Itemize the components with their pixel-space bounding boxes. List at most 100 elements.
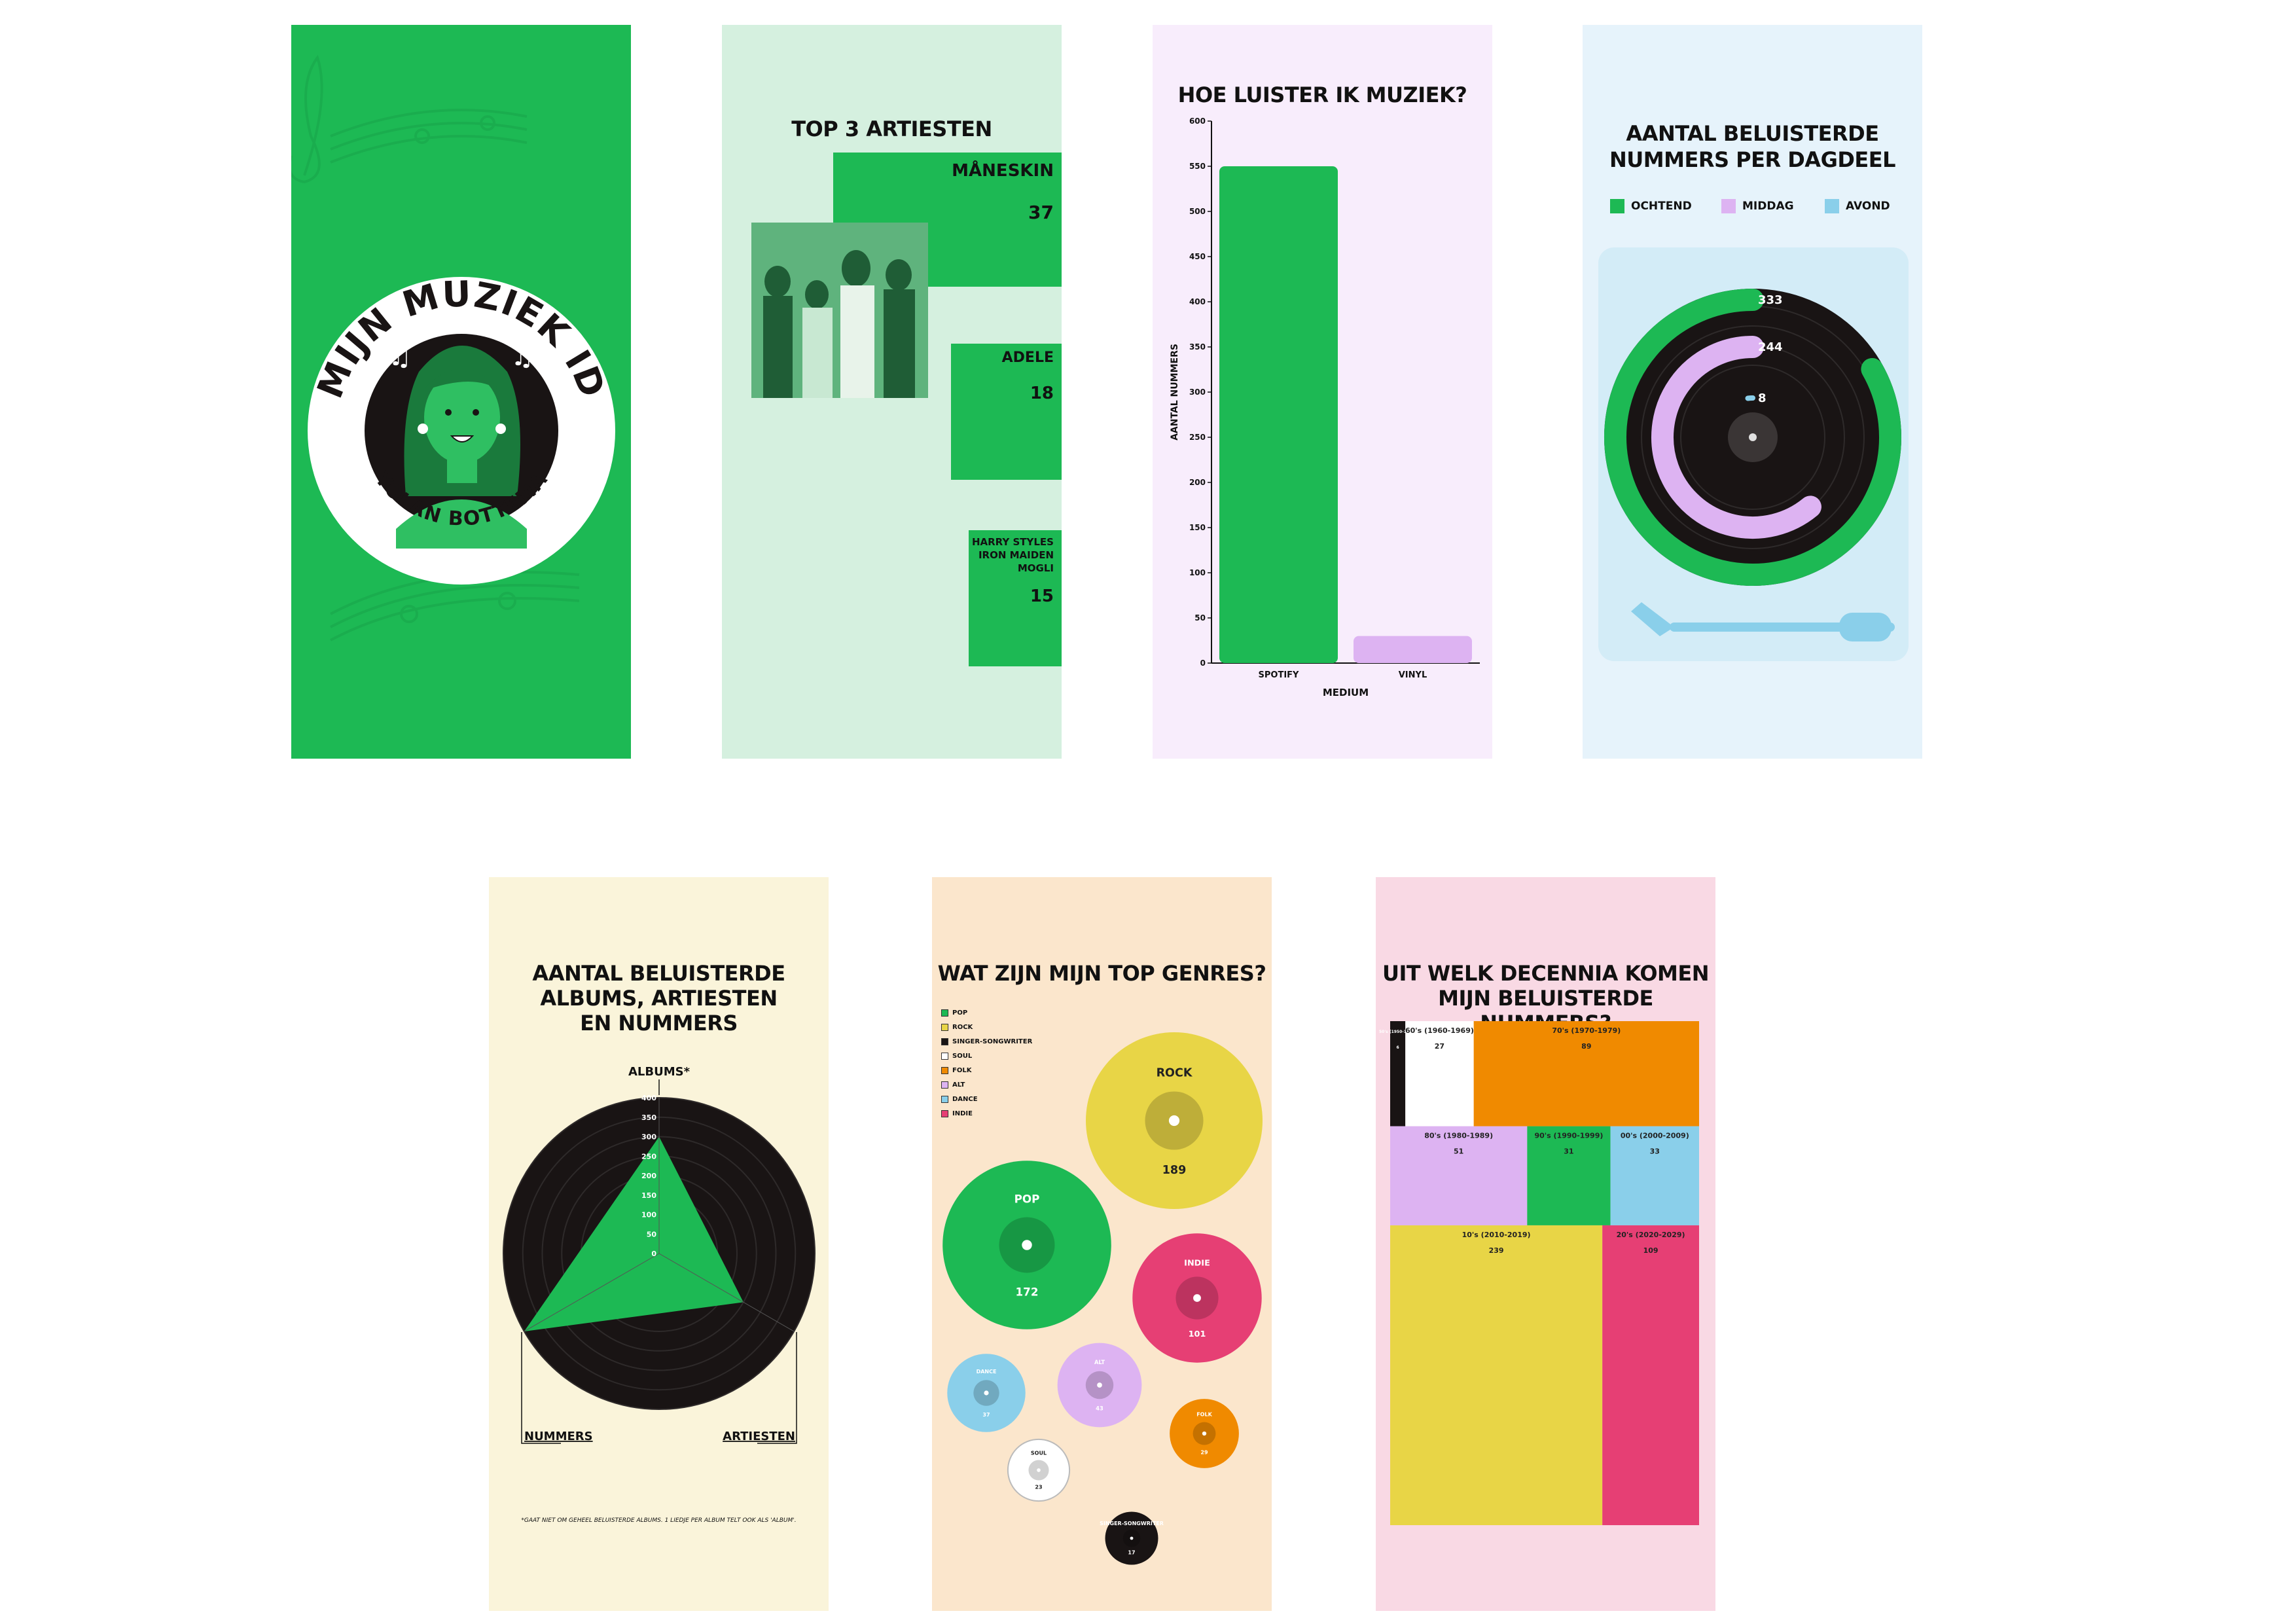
value-label: 244 — [1758, 340, 1783, 354]
panel-dagdeel: AANTAL BELUISTERDE NUMMERS PER DAGDEEL O… — [1583, 25, 1922, 759]
panel-decennia: UIT WELK DECENNIA KOMEN MIJN BELUISTERDE… — [1376, 877, 1715, 1611]
genre-value: 43 — [1096, 1405, 1103, 1412]
y-tick-label: 350 — [1189, 342, 1206, 352]
treemap-cell-10 — [1390, 1225, 1603, 1525]
treemap-label: 00's (2000-2009) — [1621, 1132, 1689, 1140]
bar-spotify — [1219, 166, 1338, 663]
genre-record-spindle — [1202, 1431, 1207, 1436]
r-tick-label: 100 — [641, 1211, 656, 1219]
r-tick-label: 150 — [641, 1191, 656, 1200]
artist-name: HARRY STYLES IRON MAIDEN MOGLI — [971, 536, 1054, 574]
r-tick-label: 0 — [651, 1250, 656, 1258]
y-tick-label: 100 — [1189, 568, 1206, 577]
r-tick-label: 400 — [641, 1094, 656, 1102]
x-axis-label: MEDIUM — [1323, 687, 1369, 698]
genre-value: 29 — [1200, 1450, 1208, 1456]
panel-luister-medium: HOE LUISTER IK MUZIEK? 0 50 100 150 200 250 30… — [1153, 25, 1492, 759]
genre-value: 101 — [1189, 1329, 1206, 1339]
x-tick-label: SPOTIFY — [1259, 670, 1300, 680]
genre-label: ROCK — [1157, 1067, 1193, 1080]
genre-label: INDIE — [1184, 1259, 1210, 1269]
radial-bar-chart: 333 244 8 — [1604, 289, 1901, 641]
treemap-value: 31 — [1564, 1147, 1573, 1156]
vinyl-spindle — [1749, 433, 1757, 441]
axis-label-nummers: NUMMERS — [524, 1430, 593, 1443]
genre-value: 172 — [1016, 1285, 1039, 1298]
value-label: 333 — [1758, 293, 1783, 307]
genre-record-spindle — [1097, 1382, 1102, 1388]
genre-value: 189 — [1162, 1164, 1187, 1177]
treemap-label: 10's (2010-2019) — [1462, 1231, 1531, 1239]
genre-value: 23 — [1035, 1484, 1042, 1490]
music-note-icon: ♫ — [388, 342, 412, 372]
muziek-id-badge: ♫ ♫ MIJN MUZIEK ID YOLAN BOTTEMA — [291, 54, 615, 641]
genre-record-spindle — [1168, 1115, 1180, 1127]
genre-label: SOUL — [1031, 1450, 1047, 1456]
music-note-icon: ♫ — [511, 342, 534, 372]
artist-name: ADELE — [1001, 350, 1054, 366]
genre-record-spindle — [1193, 1294, 1201, 1302]
treemap-label: 70's (1970-1979) — [1552, 1026, 1621, 1035]
y-tick-label: 0 — [1200, 659, 1206, 668]
artist-name: MÅNESKIN — [952, 161, 1054, 181]
treemap-value: 51 — [1454, 1147, 1463, 1156]
bubble-chart: POP 172 ROCK 189 SINGER-SONGWRITER 17 SOUL 23 FO… — [942, 1032, 1263, 1565]
treemap-value: 33 — [1650, 1147, 1660, 1156]
value-label: 8 — [1758, 391, 1767, 405]
y-tick-label: 450 — [1189, 252, 1206, 261]
band-photo-illustration — [751, 223, 928, 398]
genre-record-spindle — [1022, 1240, 1032, 1250]
genre-label: DANCE — [977, 1369, 997, 1375]
treemap-chart: 50's (1950-1959)660's (1960-1969)2770's … — [1379, 1021, 1699, 1525]
y-tick-label: 50 — [1194, 613, 1206, 623]
radar-chart: 0 50 100 150 200 250 300 350 400 ALBUMS* ARTIESTEN… — [503, 1065, 816, 1444]
treemap-value: 6 — [1397, 1045, 1399, 1050]
genre-label: FOLK — [1196, 1412, 1212, 1418]
genre-record-spindle — [984, 1390, 989, 1396]
treemap-cell-70 — [1473, 1021, 1699, 1127]
y-tick-label: 550 — [1189, 162, 1206, 171]
x-tick-label: VINYL — [1399, 670, 1427, 680]
genre-value: 37 — [982, 1412, 990, 1418]
tonearm-headshell — [1631, 602, 1674, 636]
treemap-value: 109 — [1643, 1246, 1659, 1255]
treemap-cell-50 — [1390, 1021, 1406, 1127]
axis-label-albums: ALBUMS* — [628, 1065, 691, 1079]
artist-photo — [751, 223, 928, 398]
bar-chart: 0 50 100 150 200 250 300 350 400 450 500 550 600 SPOT… — [1170, 117, 1480, 698]
artist-value: 37 — [1028, 202, 1054, 223]
r-tick-label: 200 — [641, 1172, 656, 1180]
r-tick-label: 50 — [647, 1230, 657, 1238]
panel-title: TOP 3 ARTIESTEN — [791, 117, 992, 141]
treemap-value: 239 — [1489, 1246, 1504, 1255]
y-tick-label: 600 — [1189, 117, 1206, 126]
y-tick-label: 400 — [1189, 297, 1206, 306]
treemap-cell-60 — [1405, 1021, 1474, 1127]
genre-record-spindle — [1130, 1536, 1134, 1540]
y-tick-label: 250 — [1189, 433, 1206, 442]
y-tick-label: 150 — [1189, 523, 1206, 532]
treemap-label: 20's (2020-2029) — [1617, 1231, 1685, 1239]
y-axis-label: AANTAL NUMMERS — [1170, 344, 1180, 441]
r-tick-label: 350 — [641, 1113, 656, 1122]
treemap-label: 60's (1960-1969) — [1405, 1026, 1474, 1035]
panel-radar: AANTAL BELUISTERDE ALBUMS, ARTIESTEN EN … — [489, 877, 829, 1611]
r-tick-label: 300 — [641, 1133, 656, 1142]
artist-value: 15 — [1030, 586, 1054, 606]
panel-muziek-id: ♫ ♫ MIJN MUZIEK ID YOLAN BOTTEMA — [291, 25, 631, 759]
genre-value: 17 — [1128, 1549, 1135, 1555]
bar-vinyl — [1354, 636, 1472, 663]
treemap-label: 90's (1990-1999) — [1534, 1132, 1603, 1140]
treemap-value: 89 — [1581, 1042, 1591, 1051]
artist-value: 18 — [1030, 384, 1054, 403]
footnote: *GAAT NIET OM GEHEEL BELUISTERDE ALBUMS.… — [521, 1517, 797, 1524]
treemap-cell-90 — [1527, 1126, 1611, 1225]
y-tick-label: 300 — [1189, 388, 1206, 397]
genre-label: ALT — [1094, 1359, 1105, 1365]
treemap-cell-00 — [1610, 1126, 1699, 1225]
y-tick-label: 200 — [1189, 478, 1206, 487]
genre-label: POP — [1014, 1193, 1040, 1206]
treemap-cell-20 — [1602, 1225, 1699, 1525]
y-tick-label: 500 — [1189, 207, 1206, 216]
treemap-label: 80's (1980-1989) — [1424, 1132, 1493, 1140]
